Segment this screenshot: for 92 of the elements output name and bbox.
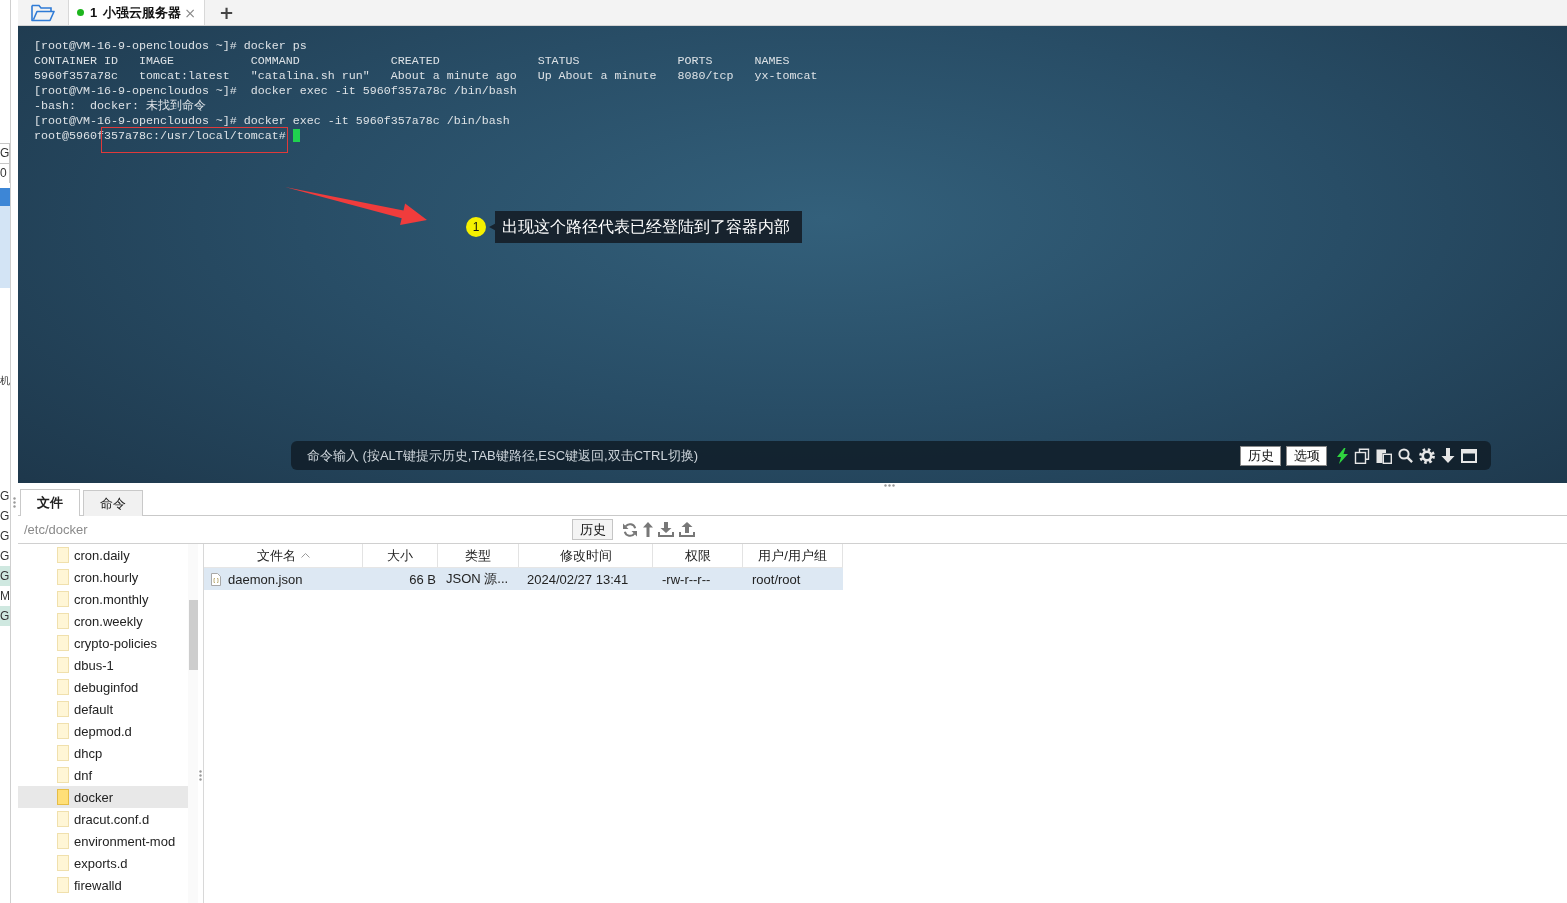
sort-caret-icon [300, 553, 310, 558]
session-tab[interactable]: 1 小强云服务器 × [68, 0, 205, 25]
folder-icon [57, 635, 69, 651]
folder-icon [57, 701, 69, 717]
edge-label: M [0, 588, 10, 605]
edge-label: G [0, 508, 10, 525]
upload-icon[interactable] [679, 522, 695, 537]
file-icon [211, 572, 221, 586]
folder-item[interactable]: debuginfod [18, 676, 188, 698]
grip-icon[interactable] [199, 770, 202, 781]
table-cell-text: JSON 源... [445, 570, 510, 588]
folder-item[interactable]: depmod.d [18, 720, 188, 742]
options-button[interactable]: 选项 [1286, 445, 1327, 466]
column-header[interactable]: 文件名 [204, 544, 363, 567]
folder-item[interactable]: dhcp [18, 742, 188, 764]
column-header[interactable]: 大小 [363, 544, 438, 567]
folder-item[interactable]: exports.d [18, 852, 188, 874]
callout-text: 出现这个路径代表已经登陆到了容器内部 [489, 211, 802, 243]
table-cell-text: 66 B [408, 570, 437, 589]
folder-icon [57, 679, 69, 695]
folder-icon [57, 877, 69, 893]
table-cell-text: 2024/02/27 13:41 [526, 570, 630, 589]
folder-icon[interactable] [31, 3, 55, 22]
folder-item[interactable]: docker [18, 786, 188, 808]
history-button[interactable]: 历史 [1240, 445, 1281, 466]
table-row[interactable]: daemon.json 66 B JSON 源... 2024/02/27 13:41 -rw-r--r-- root/root [204, 568, 843, 590]
edge-label: 0 [0, 163, 10, 183]
arrow-down-icon[interactable] [1441, 448, 1455, 463]
edge-label: G [0, 528, 10, 545]
folder-icon [57, 811, 69, 827]
table-cell-text: -rw-r--r-- [661, 570, 712, 589]
folder-icon [57, 833, 69, 849]
folder-icon [57, 855, 69, 871]
terminal-line: [root@VM-16-9-opencloudos ~]# docker ps [34, 39, 307, 52]
table-cell: daemon.json [228, 571, 303, 587]
folder-item[interactable]: cron.daily [18, 544, 188, 566]
folder-item[interactable]: cron.weekly [18, 610, 188, 632]
folder-icon [57, 723, 69, 739]
refresh-icon[interactable] [622, 521, 638, 538]
edge-label: G [0, 488, 10, 505]
terminal-line: 5960f357a78c tomcat:latest "catalina.sh run" About a minute ago Up About a minute 8080/tcp yx-tomcat [34, 69, 818, 82]
folder-item[interactable]: cron.monthly [18, 588, 188, 610]
settings-icon[interactable] [1419, 447, 1435, 464]
column-header[interactable]: 权限 [653, 544, 743, 567]
command-bar[interactable]: 命令输入 (按ALT键提示历史,TAB键路径,ESC键返回,双击CTRL切换) 历史 选项 [291, 441, 1491, 470]
folder-icon [57, 569, 69, 585]
path-field[interactable]: /etc/docker [18, 518, 570, 541]
edge-label: G [0, 548, 10, 565]
grip-icon[interactable] [884, 484, 895, 487]
folder-icon [57, 767, 69, 783]
arrow-up-icon[interactable] [643, 522, 653, 537]
column-header[interactable]: 用户/用户组 [743, 544, 843, 567]
folder-item[interactable]: crypto-policies [18, 632, 188, 654]
folder-icon [57, 657, 69, 673]
column-header[interactable]: 类型 [438, 544, 519, 567]
folder-item[interactable]: dnf [18, 764, 188, 786]
folder-icon [57, 591, 69, 607]
folder-icon [57, 745, 69, 761]
table-cell-text: root/root [751, 570, 802, 589]
folder-item[interactable]: cron.hourly [18, 566, 188, 588]
folder-item[interactable]: default [18, 698, 188, 720]
panel-tab[interactable]: 命令 [83, 490, 143, 516]
step-number: 1 [466, 217, 486, 237]
command-input[interactable]: 命令输入 (按ALT键提示历史,TAB键路径,ESC键返回,双击CTRL切换) [307, 445, 1235, 466]
paste-icon[interactable] [1376, 447, 1392, 464]
terminal-line: CONTAINER ID IMAGE COMMAND CREATED STATUS PORTS NAMES [34, 54, 790, 67]
edge-label: G [0, 143, 10, 163]
edge-label: G [0, 606, 10, 626]
terminal-line: [root@VM-16-9-opencloudos ~]# docker exec -it 5960f357a78c /bin/bash [34, 114, 510, 127]
lightning-icon[interactable] [1337, 447, 1348, 464]
column-header[interactable]: 修改时间 [519, 544, 653, 567]
grip-icon[interactable] [13, 497, 16, 508]
history-button[interactable]: 历史 [572, 519, 613, 540]
folder-item[interactable]: environment-mod [18, 830, 188, 852]
new-tab-button[interactable]: + [213, 0, 241, 25]
edge-label: 机 [0, 374, 10, 388]
download-icon[interactable] [658, 522, 674, 537]
folder-icon [57, 613, 69, 629]
panel-tab[interactable]: 文件 [20, 489, 80, 516]
scrollbar-thumb[interactable] [188, 600, 198, 670]
folder-item[interactable]: dbus-1 [18, 654, 188, 676]
folder-icon [57, 547, 69, 563]
terminal-line: [root@VM-16-9-opencloudos ~]# docker exec -it 5960f357a78c /bin/bash [34, 84, 517, 97]
folder-item[interactable]: dracut.conf.d [18, 808, 188, 830]
close-tab-button[interactable]: × [182, 4, 198, 21]
terminal-line: -bash: docker: 未找到命令 [34, 99, 206, 112]
search-icon[interactable] [1398, 448, 1413, 463]
window-icon[interactable] [1461, 448, 1477, 463]
edge-label: G [0, 566, 10, 586]
copy-icon[interactable] [1354, 447, 1370, 464]
folder-icon [57, 789, 69, 805]
folder-item[interactable]: firewalld [18, 874, 188, 896]
